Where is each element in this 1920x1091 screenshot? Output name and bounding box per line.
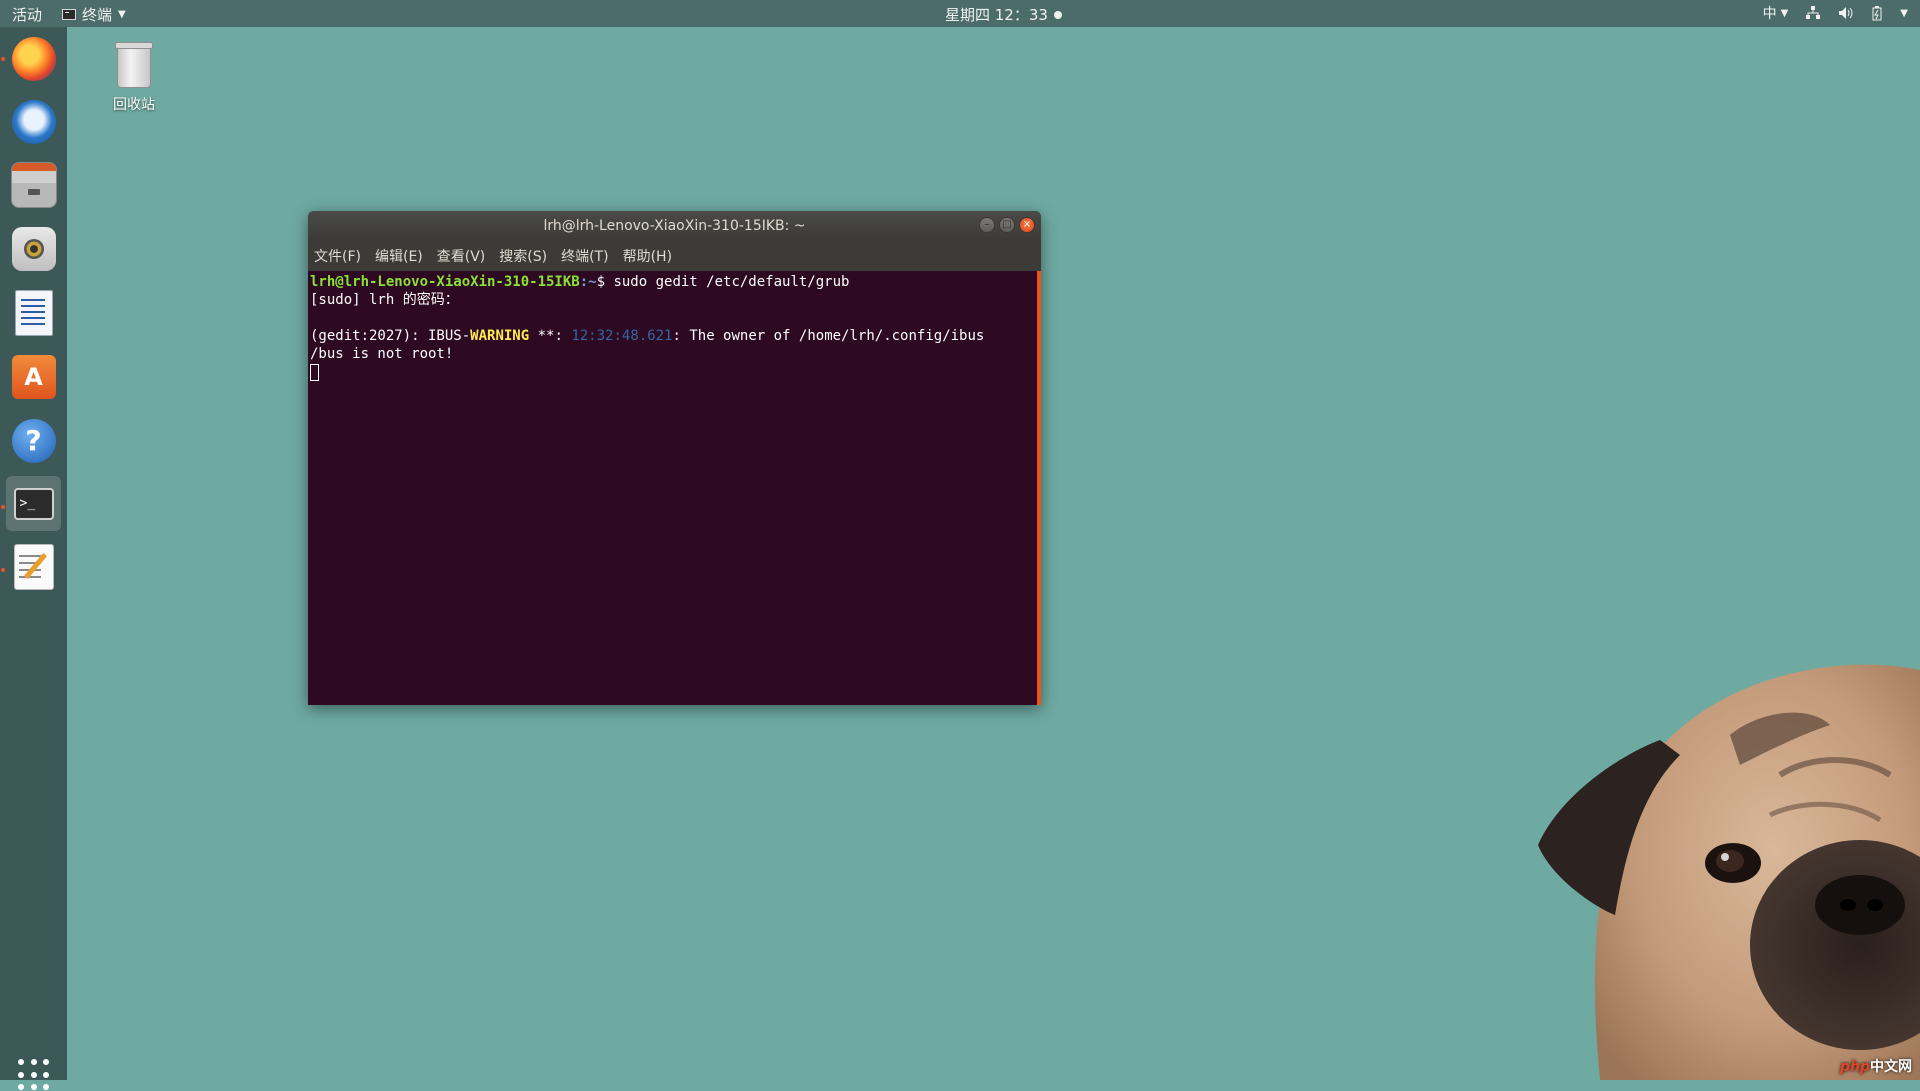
window-titlebar[interactable]: lrh@lrh-Lenovo-XiaoXin-310-15IKB: ~ – □ …	[308, 211, 1041, 241]
clock[interactable]: 星期四 12：33	[945, 4, 1062, 25]
running-indicator	[1, 505, 5, 509]
pug-wallpaper-image	[1538, 664, 1920, 1080]
dock-item-thunderbird[interactable]	[6, 94, 61, 149]
warn-prefix: (gedit:2027): IBUS-	[310, 328, 471, 344]
warn-message-cont: /bus is not root!	[310, 346, 454, 362]
watermark-site: 中文网	[1870, 1059, 1912, 1075]
running-indicator	[1, 568, 5, 572]
dock-item-firefox[interactable]	[6, 31, 61, 86]
warn-message: : The owner of /home/lrh/.config/ibus	[672, 328, 985, 344]
app-menu-label: 终端	[82, 6, 113, 24]
terminal-icon	[62, 9, 76, 20]
scrollbar[interactable]	[1037, 271, 1041, 705]
terminal-output[interactable]: lrh@lrh-Lenovo-XiaoXin-310-15IKB:~$ sudo…	[308, 271, 1037, 705]
input-method-menu[interactable]: 中 ▼	[1763, 3, 1789, 23]
menu-bar: 文件(F) 编辑(E) 查看(V) 搜索(S) 终端(T) 帮助(H)	[308, 241, 1041, 271]
dock-item-files[interactable]	[6, 157, 61, 212]
files-icon	[10, 161, 57, 208]
dock-item-terminal[interactable]: >_	[6, 476, 61, 531]
warn-word: WARNING	[470, 328, 530, 344]
system-tray: 中 ▼ ▼	[1763, 3, 1908, 23]
prompt-user: lrh@lrh-Lenovo-XiaoXin-310-15IKB	[310, 274, 580, 290]
dock-item-rhythmbox[interactable]	[6, 221, 61, 276]
watermark: php中文网	[1840, 1056, 1912, 1076]
text-editor-icon	[13, 543, 54, 590]
warn-timestamp: 12:32:48.621	[571, 328, 673, 344]
menu-terminal[interactable]: 终端(T)	[561, 246, 608, 266]
terminal-window: lrh@lrh-Lenovo-XiaoXin-310-15IKB: ~ – □ …	[308, 211, 1041, 705]
network-icon[interactable]	[1806, 6, 1821, 20]
activities-button[interactable]: 活动	[12, 4, 42, 25]
menu-view[interactable]: 查看(V)	[437, 246, 486, 266]
sudo-password-prompt: [sudo] lrh 的密码：	[310, 292, 459, 308]
thunderbird-icon	[11, 99, 56, 144]
chevron-down-icon: ▼	[118, 9, 126, 20]
volume-icon[interactable]	[1838, 6, 1854, 20]
prompt-path: :~	[579, 274, 597, 290]
menu-edit[interactable]: 编辑(E)	[375, 246, 423, 266]
dock-item-software[interactable]: A	[6, 349, 61, 404]
menu-file[interactable]: 文件(F)	[314, 246, 361, 266]
menu-help[interactable]: 帮助(H)	[623, 246, 672, 266]
command-text: sudo gedit /etc/default/grub	[613, 274, 850, 290]
prompt-symbol: $	[596, 274, 614, 290]
clock-label: 星期四 12：33	[945, 6, 1048, 24]
dock-item-writer[interactable]	[6, 285, 61, 340]
rhythmbox-icon	[11, 226, 56, 271]
firefox-icon	[11, 36, 56, 81]
software-center-icon: A	[11, 354, 56, 399]
help-icon: ?	[11, 418, 56, 463]
show-applications-icon[interactable]	[18, 1059, 50, 1091]
terminal-icon: >_	[13, 487, 54, 520]
window-title: lrh@lrh-Lenovo-XiaoXin-310-15IKB: ~	[543, 218, 806, 234]
top-bar: 活动 终端 ▼ 星期四 12：33 中 ▼ ▼	[0, 0, 1920, 27]
close-button[interactable]: ×	[1019, 217, 1035, 233]
writer-icon	[14, 289, 53, 336]
notification-dot-icon	[1053, 10, 1062, 19]
maximize-button[interactable]: □	[999, 217, 1015, 233]
warn-stars: **:	[529, 328, 572, 344]
chevron-down-icon: ▼	[1780, 7, 1789, 19]
trash-icon	[115, 42, 153, 88]
dock: A ? >_	[0, 27, 67, 1091]
input-method-label: 中	[1762, 6, 1777, 22]
battery-icon[interactable]	[1872, 5, 1882, 21]
window-controls: – □ ×	[979, 217, 1035, 233]
dock-item-text-editor[interactable]	[6, 539, 61, 594]
dock-item-help[interactable]: ?	[6, 413, 61, 468]
system-menu-chevron-icon[interactable]: ▼	[1900, 8, 1908, 19]
minimize-button[interactable]: –	[979, 217, 995, 233]
watermark-php: php	[1839, 1059, 1870, 1075]
desktop-trash[interactable]: 回收站	[104, 42, 164, 114]
trash-label: 回收站	[113, 97, 155, 113]
menu-search[interactable]: 搜索(S)	[499, 246, 547, 266]
running-indicator	[1, 57, 5, 61]
app-menu[interactable]: 终端 ▼	[62, 4, 126, 25]
text-cursor	[310, 363, 319, 381]
